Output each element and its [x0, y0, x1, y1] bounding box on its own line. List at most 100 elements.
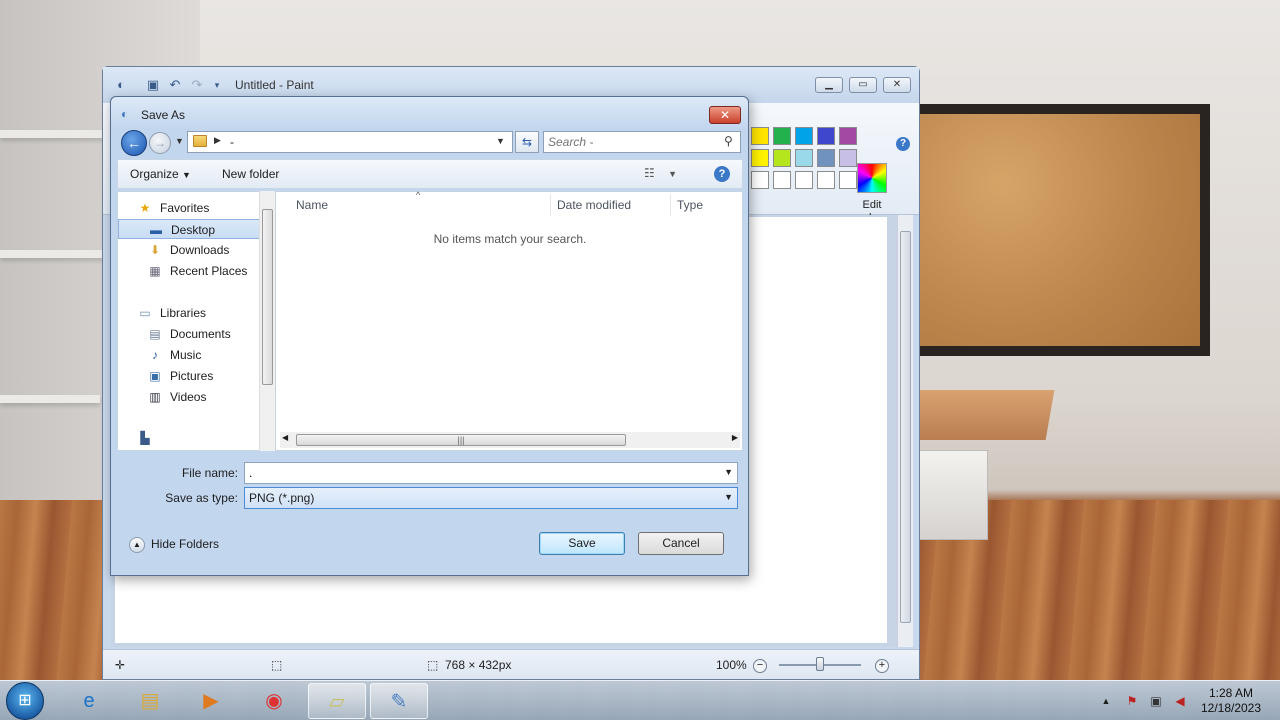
libraries-icon: ▭: [139, 306, 151, 320]
organize-button[interactable]: Organize ▼: [130, 167, 191, 181]
color-swatch[interactable]: [839, 127, 857, 145]
color-swatch[interactable]: [839, 149, 857, 167]
save-icon[interactable]: ▣: [145, 77, 161, 93]
column-divider[interactable]: [670, 194, 671, 216]
search-input[interactable]: [548, 134, 718, 150]
column-header-type[interactable]: Type: [677, 198, 703, 212]
nav-item-libraries[interactable]: ▭ Libraries: [118, 303, 268, 323]
color-swatch[interactable]: [817, 171, 835, 189]
new-folder-button[interactable]: New folder: [222, 167, 279, 181]
chevron-down-icon: ▼: [182, 170, 191, 180]
address-bar[interactable]: ▶ - ▼: [187, 131, 513, 153]
volume-muted-icon[interactable]: ◀: [1172, 693, 1188, 709]
customize-quick-access-icon[interactable]: ▾: [209, 77, 225, 93]
color-swatch[interactable]: [773, 149, 791, 167]
edit-colors-icon[interactable]: [857, 163, 887, 193]
nav-item-videos[interactable]: ▥ Videos: [118, 387, 268, 407]
zoom-in-button[interactable]: +: [875, 659, 889, 673]
color-swatch[interactable]: [839, 171, 857, 189]
forward-button[interactable]: →: [149, 132, 171, 154]
start-button[interactable]: ⊞: [6, 682, 44, 720]
scroll-right-icon[interactable]: ▶: [732, 433, 738, 442]
sticky-notes-icon[interactable]: ▱: [308, 683, 366, 719]
color-swatch[interactable]: [773, 127, 791, 145]
action-center-icon[interactable]: ⚑: [1124, 693, 1140, 709]
navigation-pane-scrollbar[interactable]: [259, 191, 275, 451]
corkboard: [908, 104, 1210, 356]
hide-folders-button[interactable]: ▲ Hide Folders: [129, 537, 219, 553]
nav-item-music[interactable]: ♪ Music: [118, 345, 268, 365]
color-swatch[interactable]: [795, 171, 813, 189]
internet-explorer-icon[interactable]: e: [60, 683, 118, 719]
paint-icon[interactable]: ✎: [370, 683, 428, 719]
save-button[interactable]: Save: [539, 532, 625, 555]
scroll-left-icon[interactable]: ◀: [282, 433, 288, 442]
file-name-input[interactable]: [249, 465, 709, 481]
nav-item-computer[interactable]: ▙: [118, 428, 268, 448]
scrollbar-thumb[interactable]: |||: [296, 434, 626, 446]
file-list-horizontal-scrollbar[interactable]: ◀ ||| ▶: [280, 432, 740, 448]
nav-item-label: Recent Places: [170, 264, 248, 278]
canvas-vertical-scrollbar[interactable]: [897, 215, 913, 647]
color-swatch[interactable]: [751, 127, 769, 145]
zoom-out-button[interactable]: −: [753, 659, 767, 673]
column-header-date-modified[interactable]: Date modified: [557, 198, 631, 212]
back-button[interactable]: ←: [121, 130, 147, 156]
color-swatch[interactable]: [817, 127, 835, 145]
nav-item-desktop[interactable]: ▬ Desktop: [118, 219, 268, 239]
paint-app-icon[interactable]: ◐: [113, 77, 129, 93]
recent-pages-dropdown-icon[interactable]: ▼: [175, 135, 187, 147]
color-swatch[interactable]: [795, 127, 813, 145]
nav-item-label: Music: [170, 348, 202, 362]
dialog-close-button[interactable]: ✕: [709, 106, 741, 124]
save-as-type-select[interactable]: PNG (*.png) ▼: [244, 487, 738, 509]
search-icon[interactable]: ⚲: [724, 134, 733, 148]
save-as-type-label: Save as type:: [165, 491, 238, 505]
breadcrumb-arrow-icon[interactable]: ▶: [214, 135, 221, 146]
redo-icon[interactable]: ↷: [189, 77, 205, 93]
column-divider[interactable]: [550, 194, 551, 216]
nav-item-label: Desktop: [171, 223, 216, 237]
undo-icon[interactable]: ↶: [167, 77, 183, 93]
paint-statusbar: ✛ ⬚ ⬚ 768 × 432px 100% − +: [103, 649, 919, 679]
file-explorer-icon[interactable]: ▤: [121, 683, 179, 719]
media-player-icon[interactable]: ▶: [182, 683, 240, 719]
address-dropdown-icon[interactable]: ▼: [496, 136, 505, 146]
maximize-button[interactable]: ▭: [849, 77, 877, 93]
help-icon[interactable]: ?: [896, 137, 910, 151]
search-box[interactable]: ⚲: [543, 131, 741, 153]
show-hidden-icons[interactable]: ▲: [1098, 693, 1114, 709]
help-icon[interactable]: ?: [714, 166, 730, 182]
shelf: [0, 250, 110, 258]
column-header-name[interactable]: Name: [296, 198, 328, 212]
nav-item-documents[interactable]: ▤ Documents: [118, 324, 268, 344]
folder-icon: [193, 135, 207, 147]
change-view-button[interactable]: ☷ ▼: [644, 166, 677, 180]
nav-item-favorites[interactable]: ★ Favorites: [118, 198, 268, 218]
file-name-field[interactable]: ▼: [244, 462, 738, 484]
taskbar: ⊞ e ▤ ▶ ◉ ▱ ✎ ▲ ⚑ ▣ ◀ 1:28 AM 12/18/2023: [0, 680, 1280, 720]
music-icon: ♪: [152, 348, 158, 362]
network-icon[interactable]: ▣: [1148, 693, 1164, 709]
chrome-icon[interactable]: ◉: [245, 683, 303, 719]
nav-item-recent-places[interactable]: ▦ Recent Places: [118, 261, 268, 281]
cancel-button[interactable]: Cancel: [638, 532, 724, 555]
scrollbar-thumb[interactable]: [900, 231, 911, 623]
minimize-button[interactable]: ▁: [815, 77, 843, 93]
chevron-down-icon[interactable]: ▼: [724, 492, 733, 502]
close-button[interactable]: ✕: [883, 77, 911, 93]
save-as-type-value: PNG (*.png): [249, 491, 315, 505]
color-swatch[interactable]: [773, 171, 791, 189]
color-swatch[interactable]: [751, 149, 769, 167]
color-swatch[interactable]: [751, 171, 769, 189]
chevron-down-icon[interactable]: ▼: [724, 467, 733, 477]
color-swatch[interactable]: [817, 149, 835, 167]
system-clock[interactable]: 1:28 AM 12/18/2023: [1196, 686, 1266, 716]
zoom-slider-thumb[interactable]: [816, 657, 824, 671]
nav-item-downloads[interactable]: ⬇ Downloads: [118, 240, 268, 260]
navigation-pane: ★ Favorites ▬ Desktop ⬇ Downloads ▦ Rece…: [117, 191, 269, 451]
refresh-button[interactable]: ⇆: [515, 131, 539, 153]
scrollbar-thumb[interactable]: [262, 209, 273, 385]
color-swatch[interactable]: [795, 149, 813, 167]
nav-item-pictures[interactable]: ▣ Pictures: [118, 366, 268, 386]
